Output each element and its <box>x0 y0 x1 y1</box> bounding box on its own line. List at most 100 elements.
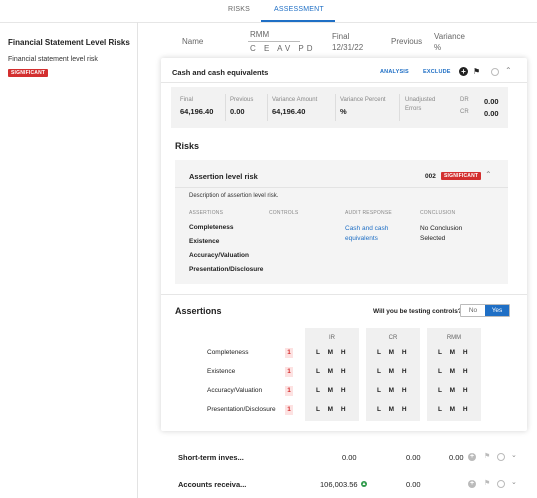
risk-assertion-item: Accuracy/Valuation <box>189 252 249 259</box>
summary-variance-percent-label: Variance Percent <box>340 97 386 103</box>
ir-lmh-selector[interactable]: L M H <box>316 406 346 413</box>
card-header-divider <box>161 82 527 83</box>
summary-separator <box>225 94 226 121</box>
conclusion-line: No Conclusion <box>420 225 463 232</box>
summary-unadjusted-label: Unadjusted <box>405 97 436 103</box>
col-header-audit-response: AUDIT RESPONSE <box>345 210 392 216</box>
column-header-previous: Previous <box>391 37 423 46</box>
account-row-name[interactable]: Short-term inves... <box>178 453 244 462</box>
tab-assessment[interactable]: ASSESSMENT <box>274 6 324 13</box>
assertion-row-label: Completeness <box>207 349 249 356</box>
summary-variance-amount-value: 64,196.40 <box>272 107 306 116</box>
testing-controls-question: Will you be testing controls? <box>373 308 462 315</box>
cr-header: CR <box>388 335 398 341</box>
exclude-link[interactable]: EXCLUDE <box>423 69 451 75</box>
ir-lmh-selector[interactable]: L M H <box>316 387 346 394</box>
toggle-yes-button[interactable]: Yes <box>485 305 509 316</box>
summary-final-value: 64,196.40 <box>180 107 214 116</box>
col-header-conclusion: CONCLUSION <box>420 210 456 216</box>
assertions-section-title: Assertions <box>175 306 222 316</box>
audit-response-line: Cash and cash <box>345 225 389 232</box>
audit-response-link[interactable]: Cash and cash equivalents <box>345 224 388 244</box>
column-header-variance-unit: % <box>434 43 442 52</box>
account-row-final: 106,003.56 <box>320 480 358 489</box>
up-arrow-icon: ▲ <box>361 481 367 487</box>
account-detail-card: Cash and cash equivalents ANALYSIS EXCLU… <box>161 58 527 431</box>
left-panel-divider <box>137 22 138 498</box>
risk-panel: Assertion level risk 002 SIGNIFICANT ⌃ D… <box>175 160 508 284</box>
tab-risks[interactable]: RISKS <box>228 6 250 13</box>
left-significant-badge: SIGNIFICANT <box>8 69 49 77</box>
flag-icon[interactable]: ⚑ <box>484 452 490 460</box>
summary-separator <box>267 94 268 121</box>
summary-cr-value: 0.00 <box>484 109 499 118</box>
account-row-variance: 0.00 <box>449 453 464 462</box>
audit-response-line: equivalents <box>345 235 378 242</box>
assertion-risk-count: 1 <box>285 405 293 415</box>
rmm-lmh-selector[interactable]: L M H <box>438 349 468 356</box>
ir-header: IR <box>329 335 335 341</box>
chevron-up-icon[interactable]: ⌃ <box>505 66 512 75</box>
toggle-no-button[interactable]: No <box>461 305 485 316</box>
col-header-assertions: ASSERTIONS <box>189 210 224 216</box>
column-header-variance: Variance % <box>434 31 465 53</box>
column-header-rmm-sub: C E AV PD <box>250 44 316 53</box>
summary-panel: Final 64,196.40 Previous 0.00 Variance A… <box>171 87 508 128</box>
risk-divider <box>175 187 508 188</box>
rmm-lmh-selector[interactable]: L M H <box>438 406 468 413</box>
risk-number: 002 <box>425 173 436 180</box>
risk-assertion-item: Presentation/Disclosure <box>189 266 264 273</box>
rmm-header: RMM <box>446 335 462 341</box>
add-icon[interactable]: + <box>468 480 476 488</box>
assertion-row-label: Presentation/Disclosure <box>207 406 276 413</box>
risk-assertion-item: Existence <box>189 238 220 245</box>
status-circle-icon[interactable] <box>497 453 505 461</box>
summary-errors-label: Errors <box>405 106 422 112</box>
cr-lmh-selector[interactable]: L M H <box>377 368 407 375</box>
summary-variance-percent-value: % <box>340 107 347 116</box>
column-header-variance-label: Variance <box>434 32 465 41</box>
summary-variance-amount-label: Variance Amount <box>272 97 318 103</box>
flag-icon[interactable]: ⚑ <box>484 479 490 487</box>
account-row-name[interactable]: Accounts receiva... <box>178 480 246 489</box>
column-header-final-date: 12/31/22 <box>332 43 364 52</box>
testing-controls-toggle: No Yes <box>460 304 510 317</box>
cr-lmh-selector[interactable]: L M H <box>377 387 407 394</box>
status-circle-icon[interactable] <box>497 480 505 488</box>
rmm-header-divider <box>248 41 300 42</box>
column-header-name: Name <box>182 37 204 46</box>
ir-lmh-selector[interactable]: L M H <box>316 368 346 375</box>
section-divider <box>161 294 527 295</box>
left-panel-title: Financial Statement Level Risks <box>8 38 130 47</box>
account-row-previous: 0.00 <box>406 453 421 462</box>
summary-final-label: Final <box>180 97 194 103</box>
column-header-final-label: Final <box>332 32 350 41</box>
left-risk-item[interactable]: Financial statement level risk <box>8 56 98 63</box>
column-header-final: Final 12/31/22 <box>332 31 363 53</box>
summary-dr-label: DR <box>460 97 469 103</box>
flag-icon[interactable]: ⚑ <box>473 67 480 76</box>
summary-dr-value: 0.00 <box>484 97 499 106</box>
account-row-previous: 0.00 <box>406 480 421 489</box>
cr-lmh-selector[interactable]: L M H <box>377 406 407 413</box>
status-circle-icon[interactable] <box>491 68 499 76</box>
summary-cr-label: CR <box>460 109 469 115</box>
analysis-link[interactable]: ANALYSIS <box>380 69 409 75</box>
cr-lmh-selector[interactable]: L M H <box>377 349 407 356</box>
chevron-up-icon[interactable]: ⌃ <box>485 170 492 179</box>
chevron-down-icon[interactable]: ⌄ <box>511 478 517 486</box>
card-title: Cash and cash equivalents <box>172 68 269 77</box>
conclusion-line: Selected <box>420 235 446 242</box>
summary-previous-value: 0.00 <box>230 107 245 116</box>
risks-section-title: Risks <box>175 141 200 151</box>
rmm-lmh-selector[interactable]: L M H <box>438 387 468 394</box>
ir-lmh-selector[interactable]: L M H <box>316 349 346 356</box>
add-icon[interactable]: + <box>468 453 476 461</box>
risk-assertion-item: Completeness <box>189 224 234 231</box>
rmm-lmh-selector[interactable]: L M H <box>438 368 468 375</box>
add-icon[interactable]: + <box>459 67 468 76</box>
chevron-down-icon[interactable]: ⌄ <box>511 451 517 459</box>
assertion-row-label: Existence <box>207 368 236 375</box>
conclusion-value: No Conclusion Selected <box>420 224 462 244</box>
assertion-row-label: Accuracy/Valuation <box>207 387 263 394</box>
